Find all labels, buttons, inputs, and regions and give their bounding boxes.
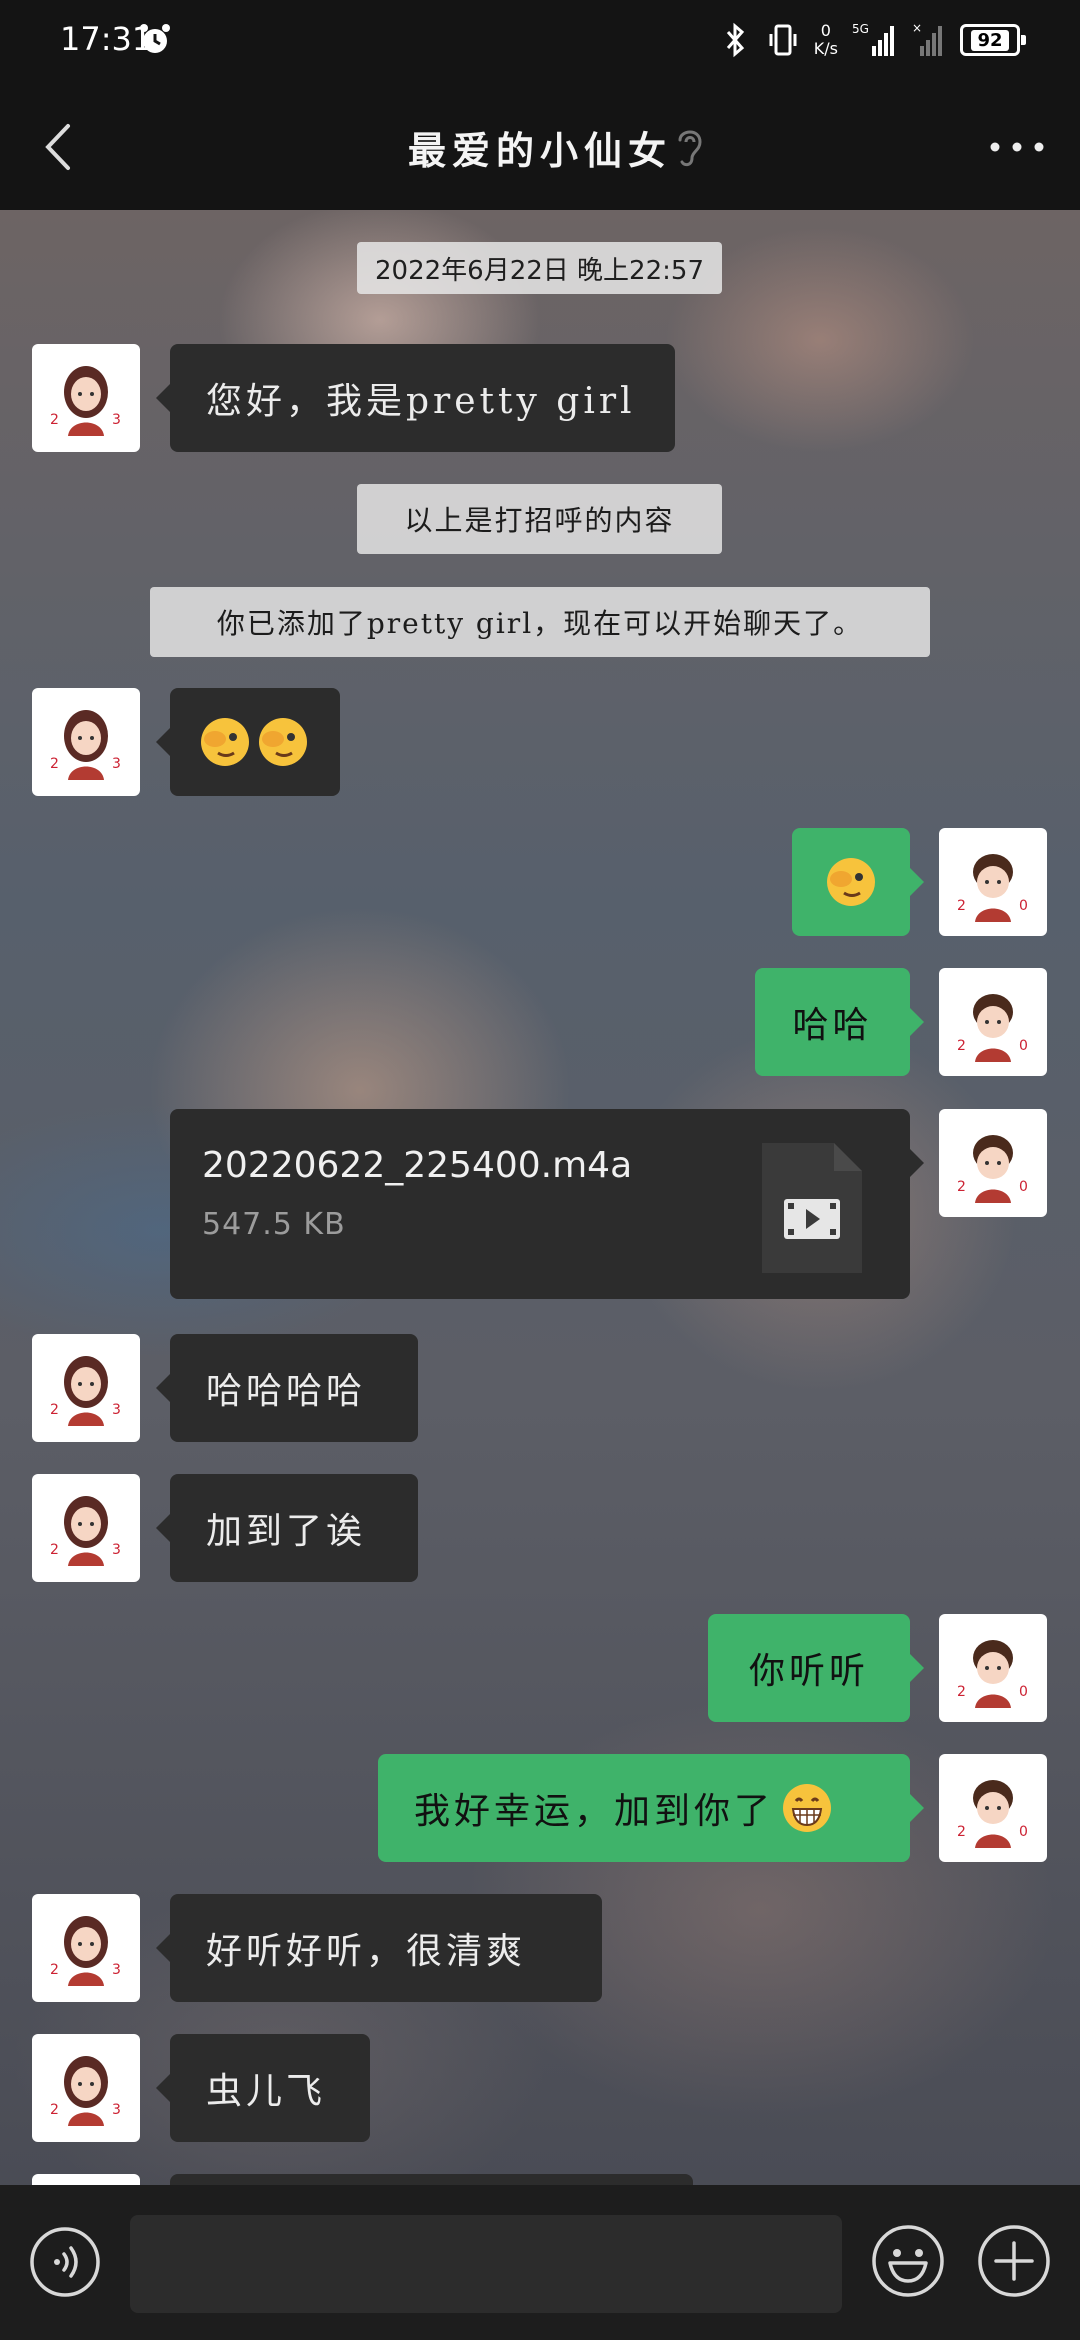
emoji-button[interactable] (870, 2223, 946, 2299)
network-speed: 0 K/s (813, 21, 838, 58)
face-with-hand-over-eye-icon (201, 718, 249, 766)
svg-text:2: 2 (50, 412, 59, 428)
contact-avatar[interactable]: 2 3 (32, 1894, 140, 2002)
svg-text:0: 0 (1019, 1684, 1028, 1700)
message-bubble[interactable] (792, 828, 924, 936)
grinning-face-icon (783, 1784, 832, 1832)
svg-text:2: 2 (957, 1038, 966, 1054)
message-text: 加到了诶 (206, 1511, 367, 1552)
message-input[interactable] (130, 2215, 842, 2313)
contact-avatar[interactable] (32, 2174, 140, 2185)
my-avatar[interactable]: 2 0 (939, 1614, 1047, 1722)
system-notice: 以上是打招呼的内容 (357, 484, 722, 554)
signal-secondary-icon: × (912, 21, 942, 56)
girl-avatar-icon: 2 3 (50, 2056, 121, 2126)
input-bar (0, 2185, 1080, 2340)
boy-avatar-icon: 2 0 (957, 854, 1028, 922)
message-text: 您好，我是pretty girl (206, 381, 636, 422)
contact-avatar[interactable]: 2 3 (32, 1334, 140, 1442)
my-avatar[interactable]: 2 0 (939, 968, 1047, 1076)
svg-text:2: 2 (50, 1542, 59, 1558)
battery-level: 92 (971, 29, 1009, 51)
svg-text:2: 2 (50, 756, 59, 772)
svg-text:3: 3 (112, 1402, 121, 1418)
svg-text:5G: 5G (852, 22, 869, 36)
status-bar: 17:31 0 K/s 5G × 92 (0, 0, 1080, 84)
message-bubble[interactable]: 哈哈哈哈 (156, 1334, 418, 1442)
my-avatar[interactable]: 2 0 (939, 1754, 1047, 1862)
voice-input-button[interactable] (28, 2225, 102, 2299)
svg-text:3: 3 (112, 2102, 121, 2118)
svg-text:3: 3 (112, 756, 121, 772)
girl-avatar-icon: 2 3 (50, 1916, 121, 1986)
svg-text:2: 2 (957, 898, 966, 914)
svg-text:0: 0 (1019, 1038, 1028, 1054)
message-bubble[interactable]: 我好幸运，加到你了 (378, 1754, 924, 1862)
message-bubble[interactable]: 好听好听，很清爽 (156, 1894, 602, 2002)
bluetooth-icon (726, 22, 744, 58)
svg-text:0: 0 (1019, 1179, 1028, 1195)
svg-text:0: 0 (1019, 1824, 1028, 1840)
message-text: 我好幸运，加到你了 (414, 1791, 775, 1832)
girl-avatar-icon: 2 3 (50, 366, 121, 436)
status-icons: 0 K/s 5G × 92 (718, 18, 1026, 62)
boy-avatar-icon: 2 0 (957, 1640, 1028, 1708)
message-text: 好听好听，很清爽 (206, 1931, 527, 1972)
svg-text:2: 2 (957, 1179, 966, 1195)
signal-5g-icon: 5G (852, 22, 894, 56)
face-with-hand-over-eye-icon (259, 718, 307, 766)
message-text: 虫儿飞 (206, 2071, 327, 2112)
file-size: 547.5 KB (202, 1207, 346, 1242)
chat-title: 最爱的小仙女 (407, 128, 672, 173)
girl-avatar-icon: 2 3 (50, 710, 121, 780)
my-avatar[interactable]: 2 0 (939, 828, 1047, 936)
ear-icon (678, 130, 702, 167)
contact-avatar[interactable]: 2 3 (32, 1474, 140, 1582)
chat-header: 最爱的小仙女 (0, 84, 1080, 210)
battery-icon: 92 (960, 24, 1026, 56)
message-bubble[interactable]: 虫儿飞 (156, 2034, 370, 2142)
girl-avatar-icon: 2 3 (50, 1496, 121, 1566)
svg-text:×: × (912, 21, 922, 35)
my-avatar[interactable]: 2 0 (939, 1109, 1047, 1217)
message-text: 哈哈哈哈 (206, 1371, 367, 1412)
message-bubble[interactable]: 哈哈 (755, 968, 924, 1076)
svg-text:3: 3 (112, 1962, 121, 1978)
more-options-button[interactable] (982, 124, 1052, 170)
message-bubble[interactable]: 你听听 (708, 1614, 924, 1722)
boy-avatar-icon: 2 0 (957, 1135, 1028, 1203)
girl-avatar-icon: 2 3 (50, 1356, 121, 1426)
more-functions-button[interactable] (976, 2223, 1052, 2299)
system-notice: 你已添加了pretty girl，现在可以开始聊天了。 (150, 587, 930, 657)
message-timestamp: 2022年6月22日 晚上22:57 (357, 242, 722, 294)
boy-avatar-icon: 2 0 (957, 994, 1028, 1062)
chat-message-list[interactable]: 2022年6月22日 晚上22:57 2 3 您好，我是pretty girl … (0, 210, 1080, 2185)
svg-text:0: 0 (1019, 898, 1028, 914)
svg-text:2: 2 (957, 1824, 966, 1840)
alarm-clock-icon (140, 24, 170, 53)
message-bubble[interactable]: 您好，我是pretty girl (156, 344, 675, 452)
face-with-hand-over-eye-icon (827, 858, 875, 906)
boy-avatar-icon: 2 0 (957, 1780, 1028, 1848)
message-bubble[interactable]: 加到了诶 (156, 1474, 418, 1582)
file-name: 20220622_225400.m4a (202, 1145, 633, 1186)
message-bubble[interactable] (170, 2174, 693, 2185)
message-text: 哈哈 (792, 1005, 873, 1046)
svg-text:3: 3 (112, 1542, 121, 1558)
message-bubble[interactable] (156, 688, 340, 796)
message-text: 你听听 (748, 1651, 869, 1692)
video-file-icon (762, 1143, 862, 1273)
file-message-card[interactable]: 20220622_225400.m4a 547.5 KB (170, 1109, 924, 1299)
svg-text:2: 2 (50, 1402, 59, 1418)
svg-text:2: 2 (957, 1684, 966, 1700)
svg-text:3: 3 (112, 412, 121, 428)
svg-text:2: 2 (50, 2102, 59, 2118)
svg-text:2: 2 (50, 1962, 59, 1978)
contact-avatar[interactable]: 2 3 (32, 688, 140, 796)
vibrate-icon (769, 24, 797, 56)
contact-avatar[interactable]: 2 3 (32, 344, 140, 452)
contact-avatar[interactable]: 2 3 (32, 2034, 140, 2142)
